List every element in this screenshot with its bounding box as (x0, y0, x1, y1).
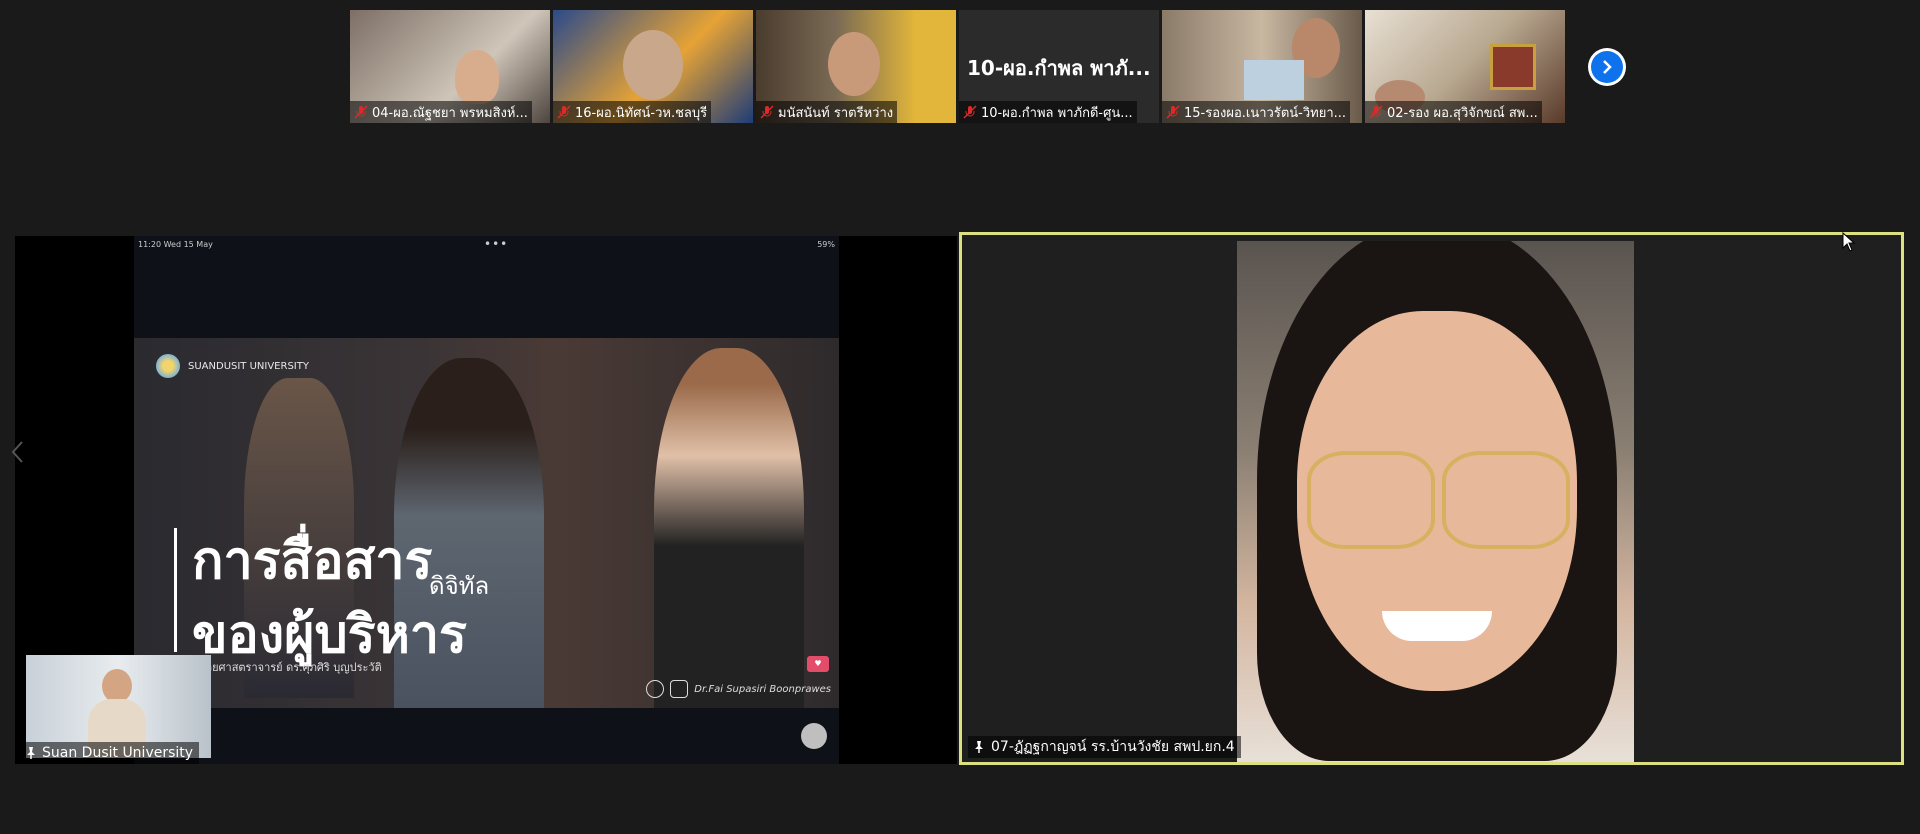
facebook-icon (646, 680, 665, 698)
participant-tile[interactable]: 15-รองผอ.เนาวรัตน์-วิทยา... (1162, 10, 1362, 123)
mouse-cursor-icon (1842, 232, 1856, 252)
status-time: 11:20 Wed 15 May (138, 240, 213, 249)
chevron-right-icon (1603, 60, 1612, 74)
participant-label: 04-ผอ.ณัฐชยา พรหมสิงห์... (350, 101, 532, 123)
muted-mic-icon (1166, 105, 1180, 119)
participant-tile[interactable]: 16-ผอ.นิทัศน์-วห.ชลบุรี (553, 10, 753, 123)
slide-brand: SUANDUSIT UNIVERSITY (156, 354, 309, 378)
status-battery: 59% (817, 240, 835, 249)
participant-face (828, 32, 880, 96)
participant-face (455, 50, 499, 104)
pin-icon (975, 741, 983, 753)
participant-background-object (1244, 60, 1304, 100)
next-page-button-inner (1591, 51, 1623, 83)
participant-label: 02-รอง ผอ.สุวิจักขณ์ สพ... (1365, 101, 1542, 123)
participant-label: มนัสนันท์ ราตรีหว่าง (756, 101, 898, 123)
participant-label: 15-รองผอ.เนาวรัตน์-วิทยา... (1162, 101, 1351, 123)
wall-frame (1490, 44, 1536, 90)
muted-mic-icon (557, 105, 571, 119)
title-divider (174, 528, 177, 652)
speaker-label: 07-ฎัฏฐกาญจน์ รร.บ้านวังชัย สพป.ยก.4 (968, 736, 1241, 758)
presenter-label: Suan Dusit University (20, 742, 200, 764)
muted-mic-icon (1369, 105, 1383, 119)
muted-mic-icon (963, 105, 977, 119)
pin-icon (27, 747, 35, 759)
participant-label: 16-ผอ.นิทัศน์-วห.ชลบุรี (553, 101, 712, 123)
active-speaker-view[interactable]: 07-ฎัฏฐกาญจน์ รร.บ้านวังชัย สพป.ยก.4 (959, 232, 1904, 765)
muted-mic-icon (354, 105, 368, 119)
next-page-button[interactable] (1588, 48, 1626, 86)
slide-social: Dr.Fai Supasiri Boonprawes (646, 680, 831, 698)
more-dots-icon: ••• (484, 237, 509, 251)
ipad-status-bar: 11:20 Wed 15 May ••• 59% (134, 236, 839, 256)
participant-label: 10-ผอ.กำพล พาภักดี-ศูน... (959, 101, 1137, 123)
presentation-slide: SUANDUSIT UNIVERSITY การสื่อสาร ดิจิทัล … (134, 338, 839, 708)
participant-face (623, 30, 683, 100)
assistive-touch-button (801, 723, 827, 749)
glasses-right-lens (1442, 451, 1570, 549)
chevron-left-icon[interactable] (10, 440, 24, 464)
glasses-left-lens (1307, 451, 1435, 549)
speaker-smile (1382, 611, 1492, 641)
ipad-screen: 11:20 Wed 15 May ••• 59% SUANDUSIT UNIVE… (134, 236, 839, 764)
participant-tile-video-off[interactable]: 10-ผอ.กำพล พาภั... 10-ผอ.กำพล พาภักดี-ศู… (959, 10, 1159, 123)
participant-strip: 04-ผอ.ณัฐชยา พรหมสิงห์... 16-ผอ.นิทัศน์-… (350, 10, 1565, 123)
heart-badge-icon: ♥ (807, 656, 829, 672)
participant-tile[interactable]: มนัสนันท์ ราตรีหว่าง (756, 10, 956, 123)
speaker-video (1237, 241, 1634, 762)
participant-display-name: 10-ผอ.กำพล พาภั... (967, 56, 1151, 80)
university-seal-icon (156, 354, 180, 378)
slide-credit: ผู้ช่วยศาสตราจารย์ ดร.ศุภศิริ บุญประวัติ (192, 661, 382, 674)
slide-title-line1: การสื่อสาร (192, 531, 433, 591)
participant-tile[interactable]: 02-รอง ผอ.สุวิจักขณ์ สพ... (1365, 10, 1565, 123)
participant-tile[interactable]: 04-ผอ.ณัฐชยา พรหมสิงห์... (350, 10, 550, 123)
presenter-face (102, 669, 132, 703)
slide-person-figure (654, 348, 804, 708)
muted-mic-icon (760, 105, 774, 119)
instagram-icon (670, 680, 689, 698)
